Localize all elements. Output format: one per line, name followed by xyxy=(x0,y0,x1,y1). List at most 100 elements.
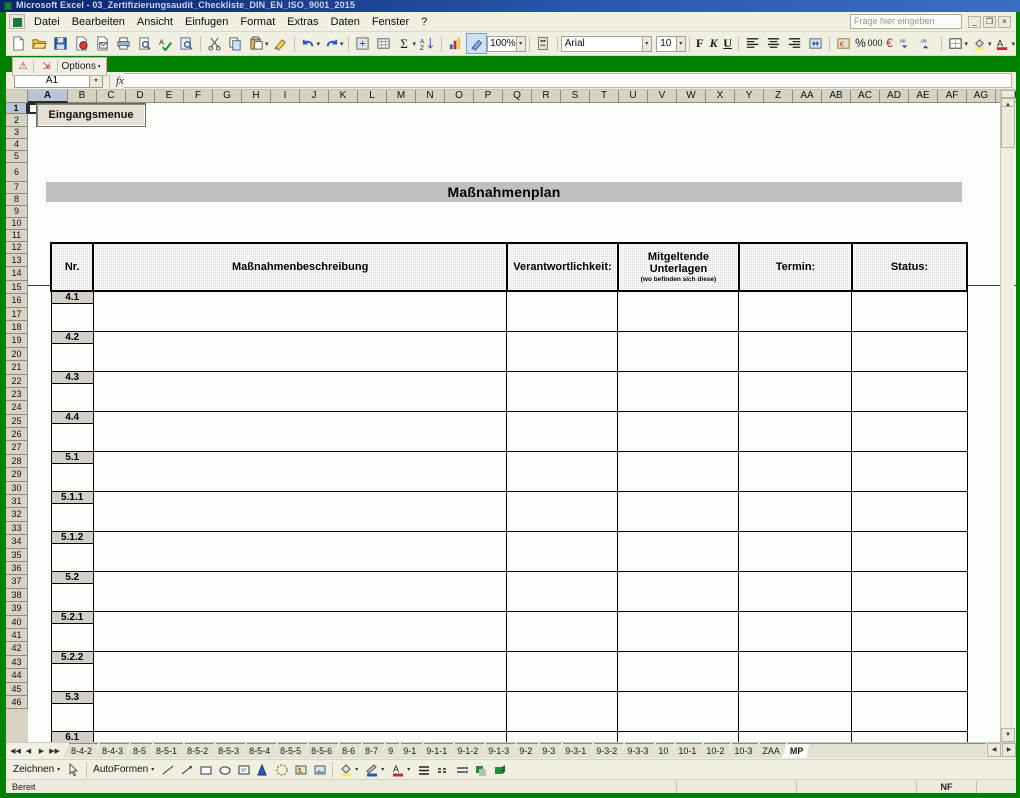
sheet-tab-8-5-1[interactable]: 8-5-1 xyxy=(148,743,183,758)
cell-nr-spacer[interactable] xyxy=(51,464,93,492)
cell-status[interactable] xyxy=(852,572,967,612)
column-header-AA[interactable]: AA xyxy=(793,90,822,103)
row-header-18[interactable]: 18 xyxy=(6,321,28,334)
cell-nr-spacer[interactable] xyxy=(51,664,93,692)
cell-beschreibung[interactable] xyxy=(93,692,507,732)
row-header-29[interactable]: 29 xyxy=(6,468,28,481)
cell-nr[interactable]: 5.2.2 xyxy=(51,652,93,664)
cell-status[interactable] xyxy=(852,332,967,372)
cell-verantwortlichkeit[interactable] xyxy=(507,492,618,532)
row-header-16[interactable]: 16 xyxy=(6,294,28,307)
workbook-icon[interactable] xyxy=(9,14,25,29)
cell-verantwortlichkeit[interactable] xyxy=(507,532,618,572)
cell-nr-spacer[interactable] xyxy=(51,344,93,372)
cell-nr-spacer[interactable] xyxy=(51,304,93,332)
percent-style-button[interactable]: % xyxy=(854,34,868,53)
cell-status[interactable] xyxy=(852,732,967,743)
row-header-8[interactable]: 8 xyxy=(6,194,28,206)
scroll-down-button[interactable]: ▼ xyxy=(1001,728,1015,742)
sheet-tab-10-1[interactable]: 10-1 xyxy=(670,743,702,758)
font-size-dropdown-arrow[interactable]: ▾ xyxy=(677,36,686,52)
row-header-41[interactable]: 41 xyxy=(6,629,28,642)
row-header-15[interactable]: 15 xyxy=(6,281,28,294)
row-header-12[interactable]: 12 xyxy=(6,242,28,254)
cell-nr[interactable]: 6.1 xyxy=(51,732,93,743)
cell-beschreibung[interactable] xyxy=(93,332,507,372)
sheet-tab-9-2[interactable]: 9-2 xyxy=(511,743,538,758)
sheet-tab-9-3-1[interactable]: 9-3-1 xyxy=(557,743,592,758)
column-header-H[interactable]: H xyxy=(242,90,271,103)
shadow-style-icon[interactable] xyxy=(471,761,490,779)
options-menu-label[interactable]: Options xyxy=(60,61,96,72)
column-header-R[interactable]: R xyxy=(532,90,561,103)
sheet-tab-8-6[interactable]: 8-6 xyxy=(334,743,361,758)
column-header-AG[interactable]: AG xyxy=(967,90,996,103)
sheet-tab-8-5-3[interactable]: 8-5-3 xyxy=(210,743,245,758)
column-header-AC[interactable]: AC xyxy=(851,90,880,103)
copy-icon[interactable] xyxy=(225,33,246,54)
column-header-G[interactable]: G xyxy=(213,90,242,103)
line-style-icon[interactable] xyxy=(414,761,433,779)
column-header-B[interactable]: B xyxy=(68,90,97,103)
menu-item-einfugen[interactable]: Einfugen xyxy=(179,14,234,30)
cell-beschreibung[interactable] xyxy=(93,372,507,412)
sheet-tab-9-1-3[interactable]: 9-1-3 xyxy=(480,743,515,758)
cell-status[interactable] xyxy=(852,492,967,532)
cell-beschreibung[interactable] xyxy=(93,612,507,652)
comma-style-button[interactable]: 000 xyxy=(867,34,882,53)
menu-item-bearbeiten[interactable]: Bearbeiten xyxy=(66,14,131,30)
column-header-Y[interactable]: Y xyxy=(735,90,764,103)
row-header-20[interactable]: 20 xyxy=(6,348,28,361)
textbox-icon[interactable] xyxy=(234,761,253,779)
row-header-39[interactable]: 39 xyxy=(6,602,28,615)
column-header-L[interactable]: L xyxy=(358,90,387,103)
cell-verantwortlichkeit[interactable] xyxy=(507,572,618,612)
increase-decimal-icon[interactable]: .00 xyxy=(896,33,917,54)
menu-item-format[interactable]: Format xyxy=(234,14,281,30)
column-header-A[interactable]: A xyxy=(28,90,68,103)
cell-unterlagen[interactable] xyxy=(618,492,739,532)
row-header-31[interactable]: 31 xyxy=(6,495,28,508)
sheet-tab-9-1[interactable]: 9-1 xyxy=(395,743,422,758)
row-header-35[interactable]: 35 xyxy=(6,549,28,562)
row-header-7[interactable]: 7 xyxy=(6,182,28,194)
cell-status[interactable] xyxy=(852,652,967,692)
row-header-21[interactable]: 21 xyxy=(6,361,28,374)
cell-beschreibung[interactable] xyxy=(93,291,507,332)
table-row[interactable]: 4.4 xyxy=(51,412,967,424)
cell-termin[interactable] xyxy=(739,492,852,532)
font-color-draw-icon[interactable]: A xyxy=(388,761,407,779)
vertical-scroll-thumb[interactable] xyxy=(1001,106,1015,148)
sheet-tab-9-1-1[interactable]: 9-1-1 xyxy=(418,743,453,758)
sheet-tab-9-3-2[interactable]: 9-3-2 xyxy=(588,743,623,758)
line-color-caret[interactable]: ▾ xyxy=(381,766,384,773)
row-header-26[interactable]: 26 xyxy=(6,428,28,441)
cell-nr[interactable]: 5.2.1 xyxy=(51,612,93,624)
zoom-dropdown-arrow[interactable]: ▾ xyxy=(517,36,526,52)
error-checking-icon[interactable]: ⚠ xyxy=(15,59,31,75)
autoformen-caret-icon[interactable]: ▾ xyxy=(151,766,154,773)
line-color-icon[interactable] xyxy=(362,761,381,779)
print-icon[interactable] xyxy=(113,33,134,54)
column-header-V[interactable]: V xyxy=(648,90,677,103)
select-objects-icon[interactable] xyxy=(64,761,83,779)
formula-input[interactable] xyxy=(124,73,1012,88)
align-left-icon[interactable] xyxy=(742,33,763,54)
last-sheet-button[interactable]: ▶▶ xyxy=(48,744,61,758)
table-row[interactable]: 4.1 xyxy=(51,291,967,304)
cell-status[interactable] xyxy=(852,532,967,572)
cell-unterlagen[interactable] xyxy=(618,612,739,652)
row-header-30[interactable]: 30 xyxy=(6,482,28,495)
cell-nr-spacer[interactable] xyxy=(51,704,93,732)
ask-a-question-box[interactable]: Frage hier eingeben xyxy=(850,14,962,29)
cell-termin[interactable] xyxy=(739,692,852,732)
cell-nr[interactable]: 5.1 xyxy=(51,452,93,464)
sheet-tab-8-4-2[interactable]: 8-4-2 xyxy=(63,743,98,758)
autosum-icon[interactable]: Σ xyxy=(394,33,415,54)
row-header-4[interactable]: 4 xyxy=(6,139,28,151)
euro-style-button[interactable]: € xyxy=(883,34,897,53)
table-row[interactable]: 4.2 xyxy=(51,332,967,344)
cell-nr[interactable]: 4.1 xyxy=(51,291,93,304)
align-right-icon[interactable] xyxy=(784,33,805,54)
horizontal-scrollbar[interactable]: ◀ ▶ xyxy=(986,743,1016,757)
